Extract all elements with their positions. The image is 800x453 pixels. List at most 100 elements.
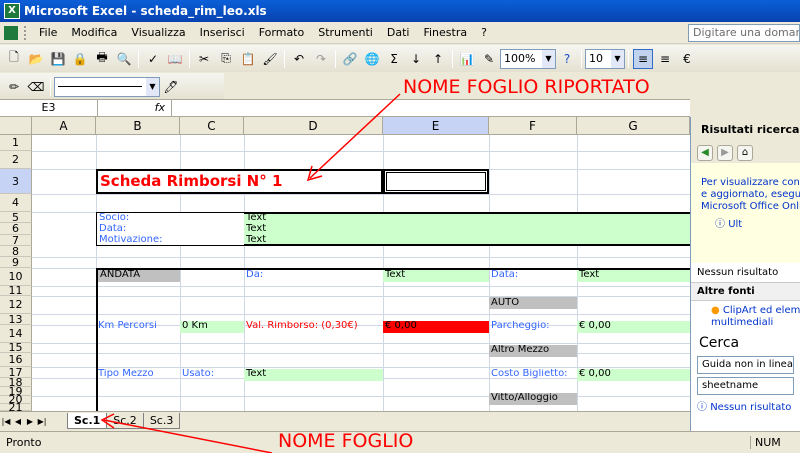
prev-sheet-icon[interactable]: ◀ bbox=[12, 417, 24, 426]
menu-help[interactable]: ? bbox=[474, 24, 494, 42]
font-size-select[interactable]: 10 ▼ bbox=[585, 48, 625, 69]
save-icon[interactable]: 💾 bbox=[48, 49, 68, 69]
menu-modifica[interactable]: Modifica bbox=[64, 24, 124, 42]
copy-icon[interactable]: ⎘ bbox=[216, 49, 236, 69]
chevron-down-icon[interactable]: ▼ bbox=[611, 49, 624, 68]
no-results-link-row[interactable]: ⓘ Nessun risultato bbox=[691, 398, 800, 414]
pencil-icon[interactable]: ✏ bbox=[4, 77, 24, 97]
euro-icon[interactable]: € bbox=[677, 49, 697, 69]
line-color-icon[interactable]: 🖊 bbox=[161, 77, 181, 97]
row-header-2[interactable]: 2 bbox=[0, 151, 32, 169]
text-data-andata[interactable]: Text bbox=[577, 270, 690, 282]
cut-icon[interactable]: ✂ bbox=[194, 49, 214, 69]
chart-wizard-icon[interactable]: 📊 bbox=[457, 49, 477, 69]
globe-icon[interactable]: 🌐 bbox=[362, 49, 382, 69]
parcheggio-value[interactable]: € 0,00 bbox=[577, 321, 690, 333]
sort-descending-icon[interactable]: ↑ bbox=[428, 49, 448, 69]
menu-file[interactable]: File bbox=[32, 24, 64, 42]
search-scope-select[interactable]: Guida non in linea bbox=[697, 356, 794, 374]
text-socio[interactable]: Text bbox=[244, 213, 384, 224]
text-motivazione[interactable]: Text bbox=[244, 235, 384, 245]
permission-icon[interactable]: 🔒 bbox=[70, 49, 90, 69]
name-box[interactable]: E3 bbox=[0, 100, 98, 116]
info-link[interactable]: Ult bbox=[728, 219, 742, 230]
last-sheet-icon[interactable]: ▶| bbox=[36, 417, 48, 426]
row-header-15[interactable]: 15 bbox=[0, 342, 32, 353]
sheet-tab-sc2[interactable]: Sc.2 bbox=[106, 413, 144, 429]
km-value[interactable]: 0 Km bbox=[180, 321, 244, 333]
help-question-input[interactable]: Digitare una domanda bbox=[688, 23, 800, 42]
research-icon[interactable]: 📖 bbox=[165, 49, 185, 69]
home-icon[interactable]: ⌂ bbox=[737, 145, 753, 161]
new-icon[interactable]: 🗋 bbox=[4, 49, 24, 69]
row-header-16[interactable]: 16 bbox=[0, 353, 32, 367]
row-header-13[interactable]: 13 bbox=[0, 314, 32, 325]
row-header-12[interactable]: 12 bbox=[0, 296, 32, 314]
next-sheet-icon[interactable]: ▶ bbox=[24, 417, 36, 426]
worksheet-grid[interactable]: A B C D E F G 1 2 3 4 5 6 7 8 9 10 11 12… bbox=[0, 117, 690, 411]
title-cell[interactable]: Scheda Rimborsi N° 1 bbox=[96, 169, 383, 194]
autosum-icon[interactable]: Σ bbox=[384, 49, 404, 69]
menu-finestra[interactable]: Finestra bbox=[416, 24, 474, 42]
print-icon[interactable]: 🖶 bbox=[92, 49, 112, 69]
menu-visualizza[interactable]: Visualizza bbox=[124, 24, 192, 42]
search-input[interactable]: sheetname bbox=[697, 377, 794, 395]
column-header-f[interactable]: F bbox=[489, 117, 577, 135]
spelling-icon[interactable]: ✓ bbox=[143, 49, 163, 69]
row-header-11[interactable]: 11 bbox=[0, 285, 32, 296]
paste-icon[interactable]: 📋 bbox=[238, 49, 258, 69]
excel-app-icon[interactable]: X bbox=[4, 3, 20, 19]
align-left-icon[interactable]: ≡ bbox=[633, 48, 653, 69]
row-header-21[interactable]: 21 bbox=[0, 402, 32, 411]
column-header-d[interactable]: D bbox=[244, 117, 383, 135]
sheet-tab-sc3[interactable]: Sc.3 bbox=[142, 413, 181, 429]
line-style-select[interactable]: ▼ bbox=[54, 76, 160, 97]
menu-strumenti[interactable]: Strumenti bbox=[311, 24, 380, 42]
biglietto-value[interactable]: € 0,00 bbox=[577, 369, 690, 381]
select-all-corner[interactable] bbox=[0, 117, 32, 135]
rimborso-value[interactable]: € 0,00 bbox=[383, 321, 489, 333]
row-header-4[interactable]: 4 bbox=[0, 194, 32, 212]
menu-formato[interactable]: Formato bbox=[252, 24, 312, 42]
sort-ascending-icon[interactable]: ↓ bbox=[406, 49, 426, 69]
text-data[interactable]: Text bbox=[244, 224, 384, 235]
column-header-a[interactable]: A bbox=[32, 117, 96, 135]
text-da[interactable]: Text bbox=[383, 270, 489, 282]
clipart-line[interactable]: ClipArt ed elem bbox=[723, 305, 800, 316]
column-header-c[interactable]: C bbox=[180, 117, 244, 135]
forward-icon[interactable]: ▶ bbox=[717, 145, 733, 161]
formula-input[interactable] bbox=[172, 100, 690, 116]
undo-icon[interactable]: ↶ bbox=[289, 49, 309, 69]
drawing-icon[interactable]: ✎ bbox=[479, 49, 499, 69]
back-icon[interactable]: ◀ bbox=[697, 145, 713, 161]
row-header-3[interactable]: 3 bbox=[0, 169, 32, 194]
format-painter-icon[interactable]: 🖌 bbox=[260, 49, 280, 69]
clipart-link[interactable]: ● ClipArt ed elem bbox=[691, 301, 800, 317]
document-icon[interactable] bbox=[4, 25, 18, 40]
hyperlink-icon[interactable]: 🔗 bbox=[340, 49, 360, 69]
menu-dati[interactable]: Dati bbox=[380, 24, 417, 42]
zoom-select[interactable]: 100% ▼ bbox=[500, 48, 556, 69]
text-usato[interactable]: Text bbox=[244, 369, 383, 381]
sheet-tab-sc1[interactable]: Sc.1 bbox=[67, 413, 108, 429]
chevron-down-icon[interactable]: ▼ bbox=[542, 49, 555, 68]
row-header-1[interactable]: 1 bbox=[0, 135, 32, 151]
column-header-e[interactable]: E bbox=[383, 117, 489, 135]
column-header-g[interactable]: G bbox=[577, 117, 690, 135]
eraser-icon[interactable]: ⌫ bbox=[26, 77, 46, 97]
open-icon[interactable]: 📂 bbox=[26, 49, 46, 69]
no-results-link[interactable]: Nessun risultato bbox=[710, 402, 791, 413]
chevron-down-icon[interactable]: ▼ bbox=[146, 77, 159, 96]
menu-inserisci[interactable]: Inserisci bbox=[193, 24, 252, 42]
fx-icon[interactable]: fx bbox=[98, 100, 172, 116]
info-link-row[interactable]: ⓘ Ult bbox=[701, 219, 796, 231]
clipart-line-2[interactable]: multimediali bbox=[691, 317, 800, 329]
help-icon[interactable]: ? bbox=[557, 49, 577, 69]
row-header-9[interactable]: 9 bbox=[0, 257, 32, 268]
redo-icon[interactable]: ↷ bbox=[311, 49, 331, 69]
align-center-icon[interactable]: ≡ bbox=[655, 49, 675, 69]
selected-cell-e3[interactable] bbox=[383, 169, 489, 194]
column-header-b[interactable]: B bbox=[96, 117, 180, 135]
print-preview-icon[interactable]: 🔍 bbox=[114, 49, 134, 69]
first-sheet-icon[interactable]: |◀ bbox=[0, 417, 12, 426]
